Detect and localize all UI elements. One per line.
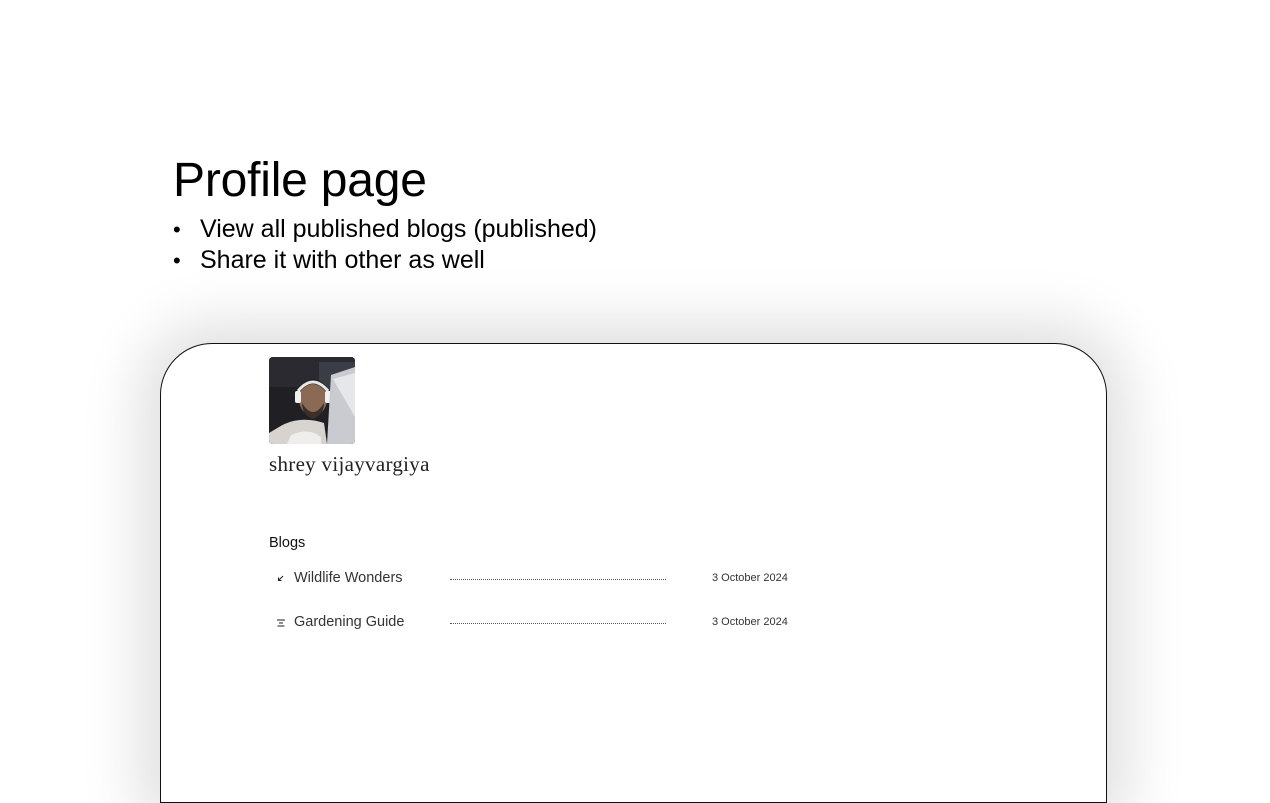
text-align-center-icon [277, 619, 285, 627]
bullet-item: • Share it with other as well [173, 245, 597, 276]
bullet-dot: • [173, 248, 181, 273]
profile-name: shrey vijayvargiya [269, 452, 430, 476]
blog-date: 3 October 2024 [712, 616, 788, 628]
blog-date: 3 October 2024 [712, 572, 788, 584]
bullet-list: • View all published blogs (published) •… [173, 214, 597, 276]
bullet-text: Share it with other as well [200, 246, 485, 274]
blog-title-link[interactable]: Gardening Guide [294, 614, 404, 630]
avatar-photo [269, 357, 355, 444]
dotted-leader [450, 623, 666, 624]
bullet-item: • View all published blogs (published) [173, 214, 597, 245]
avatar [269, 357, 355, 444]
blogs-section-label: Blogs [269, 535, 306, 551]
device-frame: shrey vijayvargiya Blogs Wildlife Wonder… [160, 343, 1107, 803]
blog-list-item[interactable]: Gardening Guide 3 October 2024 [269, 614, 829, 634]
bullet-dot: • [173, 217, 181, 242]
bullet-text: View all published blogs (published) [200, 215, 598, 243]
blog-list-item[interactable]: Wildlife Wonders 3 October 2024 [269, 570, 829, 590]
arrow-down-left-icon [277, 575, 284, 582]
page-title: Profile page [173, 154, 427, 207]
dotted-leader [450, 579, 666, 580]
blog-title-link[interactable]: Wildlife Wonders [294, 570, 403, 586]
